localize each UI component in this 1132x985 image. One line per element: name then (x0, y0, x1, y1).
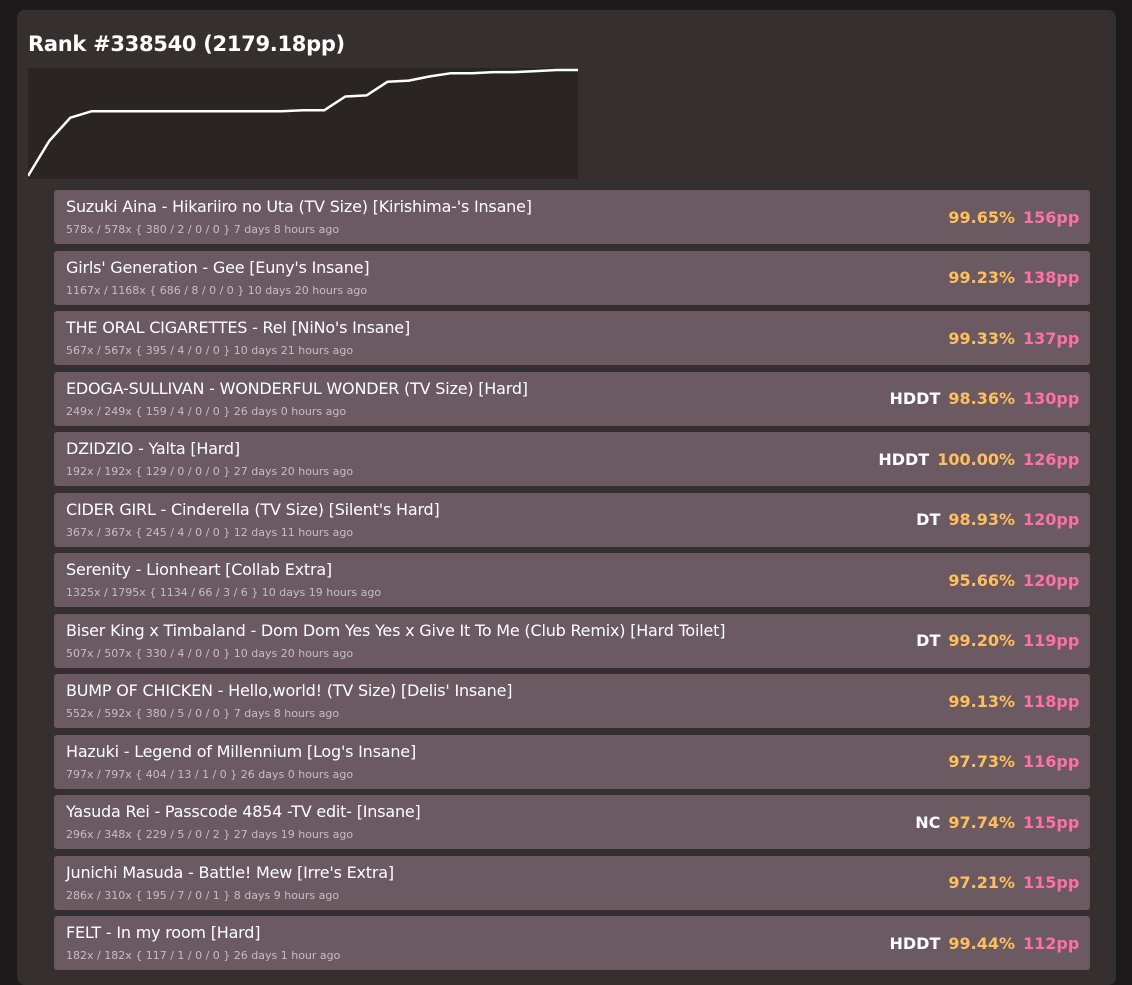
accuracy-value: 99.33% (948, 328, 1015, 348)
rank-history-graph (28, 68, 578, 179)
beatmap-title: FELT - In my room [Hard] (66, 923, 261, 942)
score-stats: DT 98.93% 120pp (916, 493, 1080, 547)
score-details: 567x / 567x { 395 / 4 / 0 / 0 } 10 days … (66, 344, 354, 357)
accuracy-value: 98.36% (948, 389, 1015, 408)
accuracy-value: 95.66% (948, 570, 1015, 590)
beatmap-title: CIDER GIRL - Cinderella (TV Size) [Silen… (66, 499, 440, 519)
score-details: 249x / 249x { 159 / 4 / 0 / 0 } 26 days … (66, 404, 347, 418)
mods-label: NC (915, 812, 941, 832)
beatmap-title: Girls' Generation - Gee [Euny's Insane] (66, 257, 370, 277)
mods-label: HDDT (889, 389, 941, 408)
rank-history-svg (28, 68, 578, 177)
accuracy-value: 99.65% (948, 207, 1015, 227)
score-details: 192x / 192x { 129 / 0 / 0 / 0 } 27 days … (66, 465, 354, 478)
beatmap-title: Suzuki Aina - Hikariiro no Uta (TV Size)… (66, 197, 532, 216)
pp-value: 120pp (1023, 570, 1080, 590)
score-details: 286x / 310x { 195 / 7 / 0 / 1 } 8 days 9… (66, 888, 340, 902)
beatmap-title: Junichi Masuda - Battle! Mew [Irre's Ext… (66, 862, 394, 882)
pp-value: 118pp (1023, 691, 1080, 711)
score-stats: 97.21% 115pp (948, 856, 1080, 910)
accuracy-value: 97.74% (948, 812, 1015, 832)
pp-value: 112pp (1023, 933, 1080, 953)
pp-value: 116pp (1023, 752, 1080, 771)
pp-value: 126pp (1023, 449, 1080, 469)
score-row[interactable]: Junichi Masuda - Battle! Mew [Irre's Ext… (54, 855, 1090, 910)
score-row[interactable]: Serenity - Lionheart [Collab Extra] 1325x… (54, 553, 1090, 607)
pp-value: 156pp (1023, 207, 1080, 227)
score-stats: 99.13% 118pp (948, 674, 1080, 728)
score-stats: HDDT 100.00% 126pp (878, 432, 1080, 486)
accuracy-value: 99.23% (948, 268, 1015, 287)
score-row[interactable]: Yasuda Rei - Passcode 4854 -TV edit- [In… (54, 795, 1090, 849)
score-row[interactable]: Hazuki - Legend of Millennium [Log's Ins… (54, 734, 1090, 789)
pp-value: 120pp (1023, 510, 1080, 529)
score-details: 1167x / 1168x { 686 / 8 / 0 / 0 } 10 day… (66, 283, 368, 297)
beatmap-title: Serenity - Lionheart [Collab Extra] (66, 560, 332, 579)
accuracy-value: 100.00% (937, 449, 1015, 469)
beatmap-title: THE ORAL CIGARETTES - Rel [NiNo's Insane… (66, 318, 410, 337)
accuracy-value: 97.21% (948, 873, 1015, 892)
pp-value: 137pp (1023, 328, 1080, 348)
score-stats: 99.23% 138pp (948, 251, 1080, 305)
score-details: 1325x / 1795x { 1134 / 66 / 3 / 6 } 10 d… (66, 586, 382, 599)
score-stats: 97.73% 116pp (948, 735, 1080, 789)
beatmap-title: Biser King x Timbaland - Dom Dom Yes Yes… (66, 620, 726, 640)
rank-history-line (28, 68, 578, 177)
mods-label: HDDT (889, 933, 941, 953)
score-stats: NC 97.74% 115pp (915, 795, 1080, 849)
score-row[interactable]: Suzuki Aina - Hikariiro no Uta (TV Size)… (54, 190, 1090, 244)
beatmap-title: BUMP OF CHICKEN - Hello,world! (TV Size)… (66, 681, 513, 700)
accuracy-value: 99.13% (948, 691, 1015, 711)
accuracy-value: 97.73% (948, 752, 1015, 771)
top-scores-list: Suzuki Aina - Hikariiro no Uta (TV Size)… (54, 190, 1090, 977)
mods-label: DT (916, 510, 941, 529)
score-row[interactable]: Girls' Generation - Gee [Euny's Insane] 1… (54, 250, 1090, 305)
accuracy-value: 98.93% (948, 510, 1015, 529)
score-row[interactable]: EDOGA-SULLIVAN - WONDERFUL WONDER (TV Si… (54, 371, 1090, 426)
score-stats: HDDT 98.36% 130pp (889, 372, 1080, 426)
pp-value: 130pp (1023, 389, 1080, 408)
score-details: 296x / 348x { 229 / 5 / 0 / 2 } 27 days … (66, 828, 354, 841)
beatmap-title: Yasuda Rei - Passcode 4854 -TV edit- [In… (66, 802, 421, 821)
beatmap-title: DZIDZIO - Yalta [Hard] (66, 439, 240, 458)
score-details: 552x / 592x { 380 / 5 / 0 / 0 } 7 days 8… (66, 707, 340, 720)
pp-value: 119pp (1023, 631, 1080, 650)
score-stats: 95.66% 120pp (948, 553, 1080, 607)
score-stats: HDDT 99.44% 112pp (889, 916, 1080, 970)
beatmap-title: EDOGA-SULLIVAN - WONDERFUL WONDER (TV Si… (66, 378, 528, 398)
score-details: 797x / 797x { 404 / 13 / 1 / 0 } 26 days… (66, 767, 354, 781)
score-stats: 99.65% 156pp (948, 190, 1080, 244)
score-row[interactable]: FELT - In my room [Hard] 182x / 182x { 11… (54, 916, 1090, 970)
pp-value: 138pp (1023, 268, 1080, 287)
mods-label: HDDT (878, 449, 930, 469)
score-stats: 99.33% 137pp (948, 311, 1080, 365)
pp-value: 115pp (1023, 812, 1080, 832)
score-row[interactable]: DZIDZIO - Yalta [Hard] 192x / 192x { 129 … (54, 432, 1090, 486)
score-row[interactable]: THE ORAL CIGARETTES - Rel [NiNo's Insane… (54, 311, 1090, 365)
beatmap-title: Hazuki - Legend of Millennium [Log's Ins… (66, 741, 416, 761)
score-stats: DT 99.20% 119pp (916, 614, 1080, 668)
score-row[interactable]: CIDER GIRL - Cinderella (TV Size) [Silen… (54, 492, 1090, 547)
score-details: 578x / 578x { 380 / 2 / 0 / 0 } 7 days 8… (66, 223, 340, 236)
profile-panel: Rank #338540 (2179.18pp) Suzuki Aina - H… (17, 10, 1116, 985)
mods-label: DT (916, 631, 941, 650)
pp-value: 115pp (1023, 873, 1080, 892)
accuracy-value: 99.44% (948, 933, 1015, 953)
score-row[interactable]: Biser King x Timbaland - Dom Dom Yes Yes… (54, 613, 1090, 668)
score-details: 182x / 182x { 117 / 1 / 0 / 0 } 26 days … (66, 949, 341, 962)
page-title: Rank #338540 (2179.18pp) (28, 32, 345, 56)
score-details: 367x / 367x { 245 / 4 / 0 / 0 } 12 days … (66, 525, 354, 539)
score-row[interactable]: BUMP OF CHICKEN - Hello,world! (TV Size)… (54, 674, 1090, 728)
accuracy-value: 99.20% (948, 631, 1015, 650)
score-details: 507x / 507x { 330 / 4 / 0 / 0 } 10 days … (66, 646, 354, 660)
